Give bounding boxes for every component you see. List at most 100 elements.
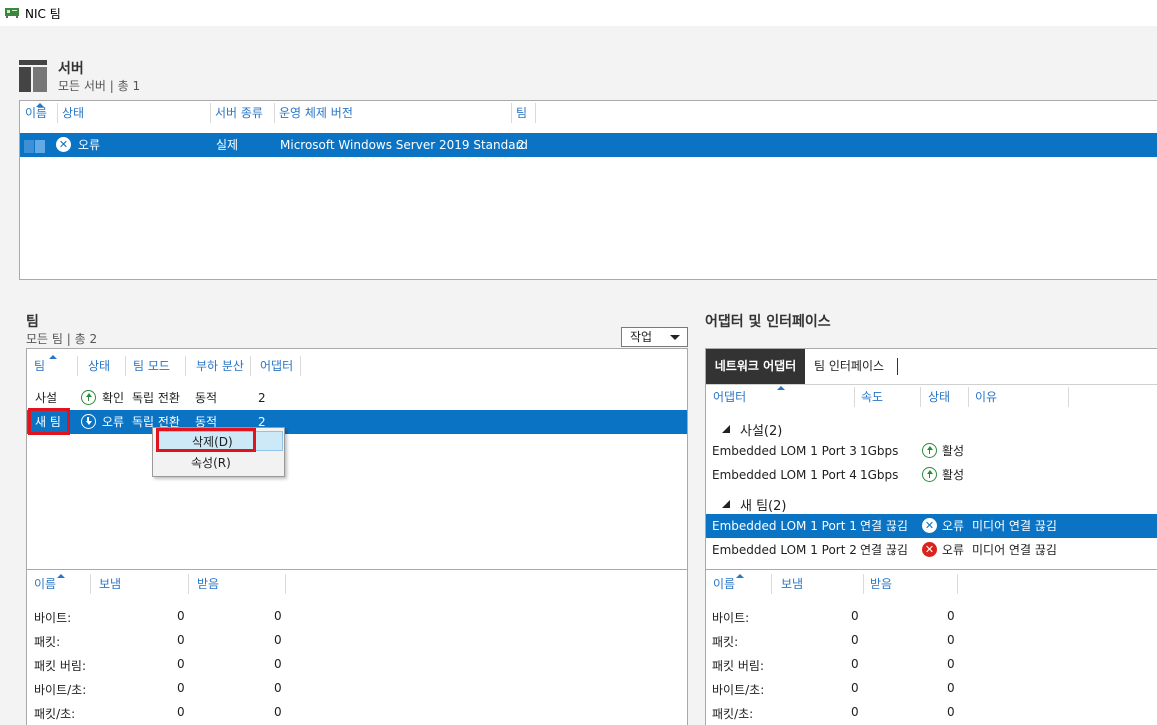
ok-icon <box>922 467 937 482</box>
tab-network-adapters[interactable]: 네트워크 어댑터 <box>706 349 805 384</box>
stat-label: 패킷/초: <box>712 707 754 721</box>
stat-sent: 0 <box>851 681 859 695</box>
adapter-reason: 미디어 연결 끊김 <box>972 519 1057 533</box>
tasks-label: 작업 <box>630 330 653 344</box>
window-title: NIC 팀 <box>25 7 61 21</box>
stat-sent: 0 <box>177 657 185 671</box>
team-adapter-count: 2 <box>258 391 266 405</box>
sort-ascending-icon <box>736 574 744 578</box>
adapter-row[interactable]: Embedded LOM 1 Port 2 연결 끊김 ✕ 오류 미디어 연결 … <box>706 538 1157 562</box>
title-bar: NIC 팀 <box>0 0 1157 26</box>
tab-team-interfaces[interactable]: 팀 인터페이스 <box>814 349 884 384</box>
error-icon: ✕ <box>56 137 71 152</box>
collapse-icon[interactable] <box>722 500 730 508</box>
adapter-group-header[interactable]: 사설(2) <box>740 420 782 439</box>
stat-received: 0 <box>274 609 282 623</box>
arrow-down-icon <box>81 414 96 429</box>
stat-label: 패킷: <box>34 635 61 649</box>
stat-sent: 0 <box>177 633 185 647</box>
error-icon: ✕ <box>922 542 937 557</box>
column-header-name[interactable]: 이름 <box>708 572 735 596</box>
server-list[interactable]: 이름 상태 서버 종류 운영 체제 버전 팀 ✕ 오류 실제 Microsoft… <box>19 100 1157 280</box>
server-section-subtitle: 모든 서버 | 총 1 <box>58 79 141 93</box>
tasks-dropdown[interactable]: 작업 <box>621 327 688 347</box>
adapter-row[interactable]: Embedded LOM 1 Port 4 1Gbps 활성 <box>706 463 1157 487</box>
ok-icon <box>922 443 937 458</box>
stat-label: 패킷 버림: <box>34 659 87 673</box>
column-header-sent[interactable]: 보냄 <box>776 572 803 596</box>
column-header-name[interactable]: 이름 <box>29 572 56 596</box>
stat-received: 0 <box>947 609 955 623</box>
sort-ascending-icon <box>777 386 785 390</box>
adapter-speed: 1Gbps <box>860 468 899 482</box>
column-header-adapter-status[interactable]: 상태 <box>923 385 950 409</box>
column-header-adapter[interactable]: 어댑터 <box>708 385 746 409</box>
stat-sent: 0 <box>851 705 859 719</box>
teams-list[interactable]: 팀 상태 팀 모드 부하 분산 어댑터 사설 확인 독립 전환 동적 2 새 팀… <box>26 348 688 570</box>
column-header-reason[interactable]: 이유 <box>970 385 997 409</box>
stat-received: 0 <box>274 681 282 695</box>
stat-received: 0 <box>274 705 282 719</box>
column-header-adapters[interactable]: 어댑터 <box>255 354 293 378</box>
stat-received: 0 <box>274 633 282 647</box>
column-header-server-type[interactable]: 서버 종류 <box>210 101 263 125</box>
team-statistics: 이름 보냄 받음 바이트: 0 0 패킷: 0 0 패킷 버림: 0 0 바이트… <box>26 570 688 725</box>
teams-section-title: 팀 <box>26 314 39 330</box>
server-team-count: 2 <box>517 138 525 152</box>
properties-menu-item[interactable]: 속성(R) <box>157 453 283 473</box>
stat-label: 패킷/초: <box>34 707 76 721</box>
column-header-team-mode[interactable]: 팀 모드 <box>128 354 170 378</box>
adapters-section-title: 어댑터 및 인터페이스 <box>705 314 831 330</box>
adapter-tabs: 네트워크 어댑터 팀 인터페이스 <box>706 349 1157 384</box>
adapter-speed: 연결 끊김 <box>860 543 908 557</box>
stat-received: 0 <box>947 705 955 719</box>
adapter-name: Embedded LOM 1 Port 4 <box>712 468 857 482</box>
column-header-sent[interactable]: 보냄 <box>94 572 121 596</box>
stat-received: 0 <box>947 657 955 671</box>
stat-received: 0 <box>274 657 282 671</box>
column-header-load-balancing[interactable]: 부하 분산 <box>191 354 244 378</box>
team-status: 확인 <box>102 391 125 405</box>
column-header-teams[interactable]: 팀 <box>511 101 527 125</box>
server-row[interactable]: ✕ 오류 실제 Microsoft Windows Server 2019 St… <box>20 133 1157 157</box>
adapter-speed: 1Gbps <box>860 444 899 458</box>
team-status: 오류 <box>102 415 125 429</box>
column-header-speed[interactable]: 속도 <box>856 385 883 409</box>
server-status: 오류 <box>78 138 101 152</box>
error-icon: ✕ <box>922 518 937 533</box>
team-row[interactable]: 사설 확인 독립 전환 동적 2 <box>27 386 687 410</box>
adapter-group-header[interactable]: 새 팀(2) <box>740 495 786 514</box>
adapters-list[interactable]: 네트워크 어댑터 팀 인터페이스 어댑터 속도 상태 이유 사설(2) Embe… <box>705 348 1157 570</box>
server-os: Microsoft Windows Server 2019 Standard <box>280 138 528 152</box>
adapter-row[interactable]: Embedded LOM 1 Port 3 1Gbps 활성 <box>706 439 1157 463</box>
adapter-status: 활성 <box>942 444 965 458</box>
server-icon <box>19 60 47 92</box>
column-header-received[interactable]: 받음 <box>865 572 892 596</box>
adapter-reason: 미디어 연결 끊김 <box>972 543 1057 557</box>
collapse-icon[interactable] <box>722 425 730 433</box>
stat-sent: 0 <box>851 657 859 671</box>
adapter-name: Embedded LOM 1 Port 2 <box>712 543 857 557</box>
server-section-title: 서버 <box>58 61 84 77</box>
nic-team-app-icon <box>5 8 19 18</box>
adapter-row-selected[interactable]: Embedded LOM 1 Port 1 연결 끊김 ✕ 오류 미디어 연결 … <box>706 514 1157 538</box>
column-header-status[interactable]: 상태 <box>57 101 84 125</box>
adapter-name: Embedded LOM 1 Port 1 <box>712 519 857 533</box>
stat-label: 바이트: <box>712 611 750 625</box>
highlight-box <box>156 428 256 452</box>
column-header-os-version[interactable]: 운영 체제 버전 <box>274 101 353 125</box>
server-type: 실제 <box>216 138 239 152</box>
server-machine-icon <box>24 140 45 153</box>
adapter-status: 오류 <box>942 519 965 533</box>
highlight-box <box>28 408 70 435</box>
column-header-team[interactable]: 팀 <box>29 354 45 378</box>
column-header-received[interactable]: 받음 <box>192 572 219 596</box>
stat-label: 패킷 버림: <box>712 659 765 673</box>
chevron-down-icon <box>670 335 680 340</box>
stat-sent: 0 <box>177 705 185 719</box>
column-header-team-status[interactable]: 상태 <box>83 354 110 378</box>
adapter-status: 오류 <box>942 543 965 557</box>
column-header-name[interactable]: 이름 <box>20 101 47 125</box>
team-row-selected[interactable]: 새 팀 오류 독립 전환 동적 2 <box>27 410 687 434</box>
adapter-statistics: 이름 보냄 받음 바이트: 0 0 패킷: 0 0 패킷 버림: 0 0 바이트… <box>705 570 1157 725</box>
